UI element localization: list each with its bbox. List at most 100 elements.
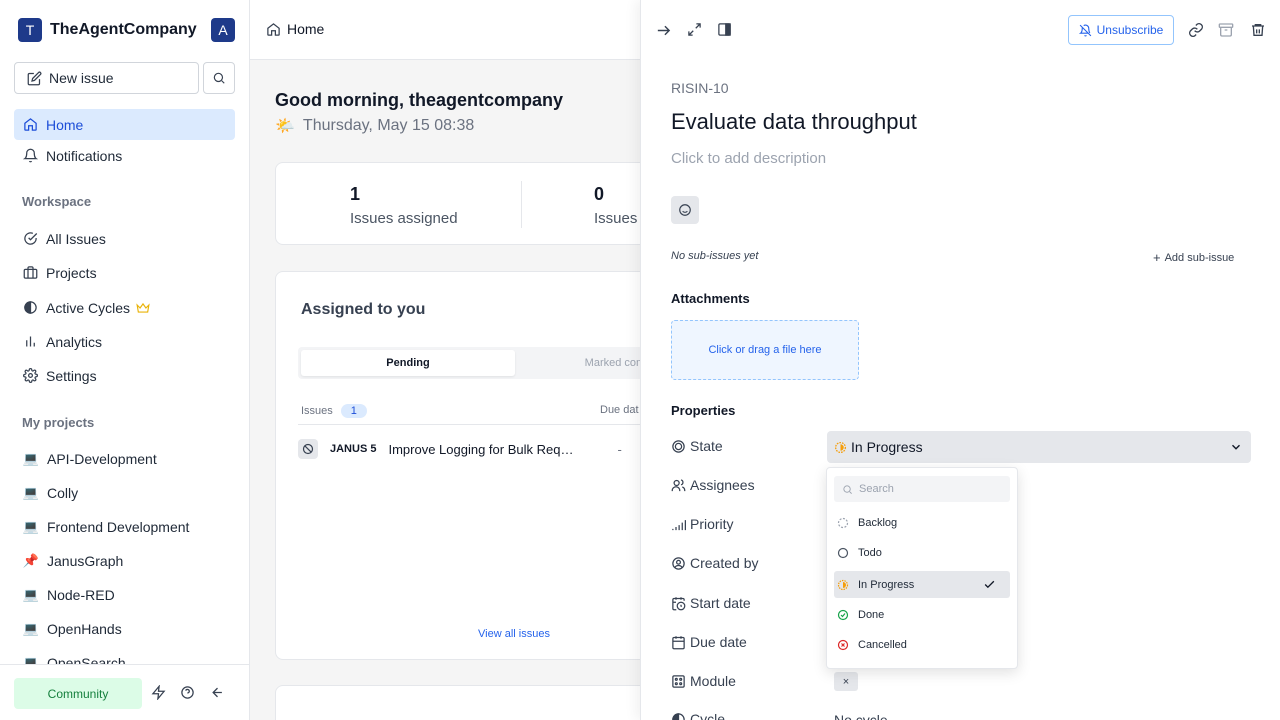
nav-analytics[interactable]: Analytics bbox=[14, 326, 235, 357]
nav-home-label: Home bbox=[46, 116, 84, 133]
state-option-done[interactable]: Done bbox=[834, 601, 1010, 628]
project-item[interactable]: 📌 JanusGraph bbox=[14, 545, 235, 576]
in-progress-icon bbox=[837, 579, 849, 590]
nav-active-cycles[interactable]: Active Cycles bbox=[14, 292, 235, 323]
status-tabs: Pending Marked comp bbox=[298, 347, 698, 379]
state-icon bbox=[672, 439, 685, 453]
stat-label[interactable]: Issues assigned bbox=[350, 210, 458, 227]
assigned-to-you-card: Assigned to you Pending Marked comp Issu… bbox=[275, 271, 698, 660]
module-icon bbox=[672, 674, 685, 688]
crown-icon bbox=[136, 302, 150, 313]
add-sub-issue-button[interactable]: + Add sub-issue bbox=[1153, 250, 1234, 265]
contrast-icon bbox=[672, 712, 685, 720]
assigned-title: Assigned to you bbox=[301, 301, 426, 318]
lightning-icon[interactable] bbox=[151, 685, 166, 700]
expand-icon[interactable] bbox=[687, 22, 702, 37]
chevron-down-icon bbox=[1232, 444, 1240, 450]
project-item[interactable]: 💻 Node-RED bbox=[14, 579, 235, 610]
attachments-title: Attachments bbox=[671, 291, 750, 306]
state-option-cancelled[interactable]: Cancelled bbox=[834, 631, 1010, 658]
stat-label[interactable]: Issues bbox=[594, 210, 637, 227]
property-label: Module bbox=[690, 673, 736, 689]
calendar-clock-icon bbox=[672, 596, 686, 610]
archive-icon[interactable] bbox=[1218, 22, 1234, 38]
divider bbox=[298, 424, 698, 425]
table-row[interactable]: JANUS 5 Improve Logging for Bulk Request… bbox=[298, 437, 698, 461]
due-date-column-header: Due dat bbox=[600, 404, 639, 416]
nav-projects[interactable]: Projects bbox=[14, 257, 235, 288]
project-label: Frontend Development bbox=[47, 518, 190, 535]
plus-icon: + bbox=[1153, 250, 1161, 265]
side-peek-icon[interactable] bbox=[717, 22, 732, 37]
search-button[interactable] bbox=[203, 62, 235, 94]
community-button[interactable]: Community bbox=[14, 678, 142, 709]
laptop-icon: 💻 bbox=[22, 620, 40, 636]
workspace-switcher[interactable]: T TheAgentCompany A bbox=[18, 18, 235, 42]
issue-identifier: RISIN-10 bbox=[671, 80, 729, 96]
sidebar-footer: Community bbox=[0, 664, 249, 720]
arrow-right-icon[interactable] bbox=[655, 22, 672, 39]
state-option-label: Done bbox=[858, 608, 885, 621]
backlog-icon bbox=[837, 517, 849, 528]
home-icon bbox=[267, 22, 280, 36]
unsubscribe-button[interactable]: Unsubscribe bbox=[1068, 15, 1174, 45]
project-item[interactable]: 💻 Frontend Development bbox=[14, 511, 235, 542]
new-issue-button[interactable]: New issue bbox=[14, 62, 199, 94]
stats-card: 1 Issues assigned 0 Issues bbox=[275, 162, 695, 245]
no-sub-issues-text: No sub-issues yet bbox=[671, 250, 759, 262]
state-value: In Progress bbox=[851, 439, 923, 455]
issue-name[interactable]: Improve Logging for Bulk Request Failure… bbox=[388, 442, 580, 457]
nav-notifications[interactable]: Notifications bbox=[14, 140, 235, 171]
project-item[interactable]: 💻 API-Development bbox=[14, 443, 235, 474]
project-item[interactable]: 💻 OpenHands bbox=[14, 613, 235, 644]
bar-chart-icon bbox=[26, 336, 35, 347]
in-progress-icon bbox=[834, 441, 847, 453]
tab-pending[interactable]: Pending bbox=[301, 350, 515, 376]
cycle-value[interactable]: No cycle bbox=[834, 712, 888, 720]
breadcrumb[interactable]: Home bbox=[266, 21, 324, 37]
greeting: Good morning, theagentcompany bbox=[275, 90, 564, 110]
state-select[interactable]: In Progress bbox=[827, 431, 1251, 463]
issues-col-label: Issues bbox=[301, 405, 333, 417]
smile-plus-icon bbox=[679, 204, 691, 216]
state-option-backlog[interactable]: Backlog bbox=[834, 509, 1010, 536]
project-label: OpenHands bbox=[47, 620, 122, 637]
user-avatar[interactable]: A bbox=[211, 18, 235, 42]
divider bbox=[521, 181, 522, 228]
user-circle-icon bbox=[672, 556, 685, 570]
link-icon[interactable] bbox=[1188, 22, 1204, 38]
bell-off-icon bbox=[1078, 24, 1091, 36]
issue-title[interactable]: Evaluate data throughput bbox=[671, 109, 917, 135]
cancelled-state-icon bbox=[298, 439, 318, 459]
state-search-input[interactable]: Search bbox=[834, 476, 1010, 502]
laptop-icon: 💻 bbox=[22, 484, 40, 500]
trash-icon[interactable] bbox=[1250, 22, 1266, 38]
property-label: Assignees bbox=[690, 477, 755, 493]
state-option-in-progress[interactable]: In Progress bbox=[834, 571, 1010, 598]
workspace-section-title: Workspace bbox=[22, 194, 92, 209]
project-label: JanusGraph bbox=[47, 552, 124, 569]
date-text: Thursday, May 15 08:38 bbox=[302, 117, 475, 134]
issue-description[interactable]: Click to add description bbox=[671, 150, 826, 167]
nav-settings[interactable]: Settings bbox=[14, 360, 235, 391]
attachment-dropzone[interactable]: Click or drag a file here bbox=[671, 320, 859, 380]
laptop-icon: 💻 bbox=[22, 518, 40, 534]
nav-analytics-label: Analytics bbox=[46, 333, 103, 350]
property-created-by: Created by bbox=[671, 555, 758, 571]
state-option-label: Cancelled bbox=[858, 638, 907, 651]
new-issue-label: New issue bbox=[49, 70, 114, 86]
nav-all-issues[interactable]: All Issues bbox=[14, 223, 235, 254]
project-label: API-Development bbox=[47, 450, 157, 467]
nav-home[interactable]: Home bbox=[14, 109, 235, 140]
property-cycle: Cycle bbox=[671, 711, 725, 720]
property-state: State bbox=[671, 438, 723, 454]
project-item[interactable]: 💻 Colly bbox=[14, 477, 235, 508]
issue-count-badge: 1 bbox=[340, 404, 367, 418]
add-reaction-button[interactable] bbox=[671, 196, 699, 224]
help-icon[interactable] bbox=[180, 685, 195, 700]
state-option-todo[interactable]: Todo bbox=[834, 539, 1010, 566]
state-option-label: Backlog bbox=[858, 516, 898, 529]
collapse-sidebar-icon[interactable] bbox=[210, 685, 225, 700]
contrast-icon bbox=[24, 301, 37, 314]
module-remove-chip[interactable]: × bbox=[834, 672, 858, 691]
